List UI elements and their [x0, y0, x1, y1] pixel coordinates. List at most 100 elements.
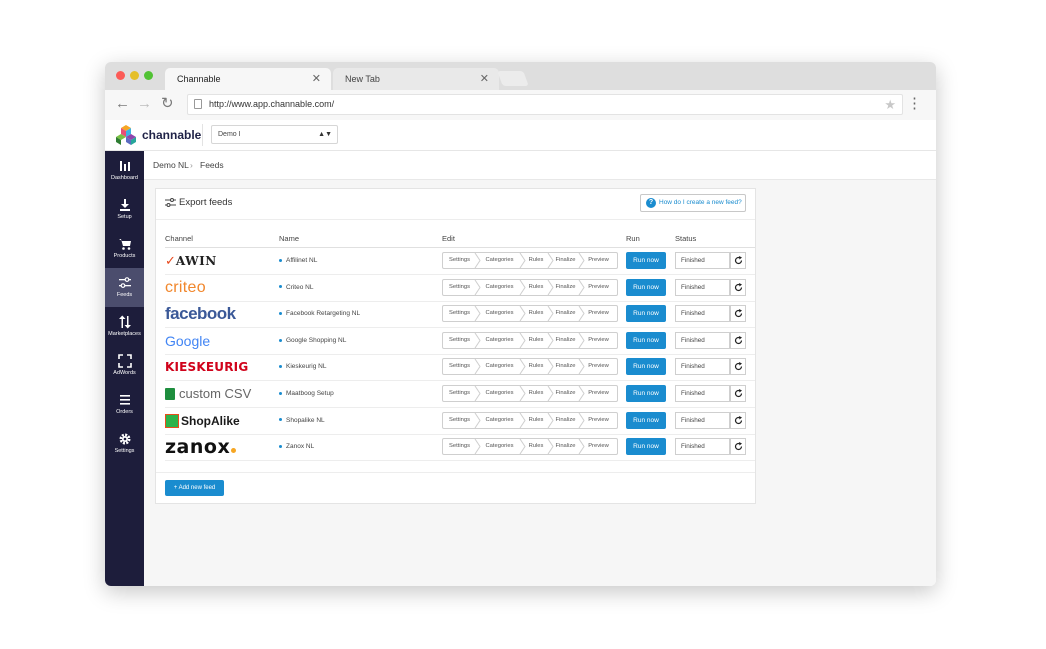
maximize-window-dot[interactable] — [144, 71, 153, 80]
step-settings[interactable]: Settings — [443, 253, 476, 268]
step-settings[interactable]: Settings — [443, 359, 476, 374]
refresh-button[interactable] — [730, 278, 746, 296]
sidebar-item-feeds[interactable]: Feeds — [105, 268, 144, 307]
sidebar: Dashboard Setup Products Feeds Marketpla… — [105, 151, 144, 586]
status-dot-icon — [279, 418, 282, 422]
step-preview[interactable]: Preview — [582, 253, 615, 268]
tab-channable[interactable]: Channable ✕ — [165, 68, 331, 90]
step-finalize[interactable]: Finalize — [551, 386, 580, 401]
run-now-button[interactable]: Run now — [626, 411, 666, 429]
browser-menu-icon[interactable]: ⋮ — [907, 93, 922, 115]
back-icon[interactable]: ← — [115, 95, 130, 113]
run-now-button[interactable]: Run now — [626, 252, 666, 269]
chevron-right-icon — [519, 306, 526, 322]
step-finalize[interactable]: Finalize — [551, 333, 580, 348]
step-categories[interactable]: Categories — [478, 386, 521, 401]
feed-name[interactable]: Google Shopping NL — [279, 328, 346, 354]
step-settings[interactable]: Settings — [443, 439, 476, 454]
feed-name[interactable]: Maatboog Setup — [279, 381, 334, 407]
refresh-button[interactable] — [730, 358, 746, 376]
refresh-icon — [734, 415, 743, 424]
step-categories[interactable]: Categories — [478, 359, 521, 374]
step-categories[interactable]: Categories — [478, 439, 521, 454]
run-now-button[interactable]: Run now — [626, 305, 666, 323]
step-finalize[interactable]: Finalize — [551, 280, 580, 295]
refresh-icon — [734, 335, 743, 344]
step-settings[interactable]: Settings — [443, 280, 476, 295]
address-bar[interactable]: http://www.app.channable.com/ ★ — [187, 94, 903, 115]
breadcrumb-item[interactable]: Demo NL — [153, 151, 189, 179]
tab-new-tab[interactable]: New Tab ✕ — [333, 68, 499, 90]
step-settings[interactable]: Settings — [443, 333, 476, 348]
refresh-icon — [734, 389, 743, 398]
minimize-window-dot[interactable] — [130, 71, 139, 80]
close-icon[interactable]: ✕ — [480, 68, 489, 90]
step-finalize[interactable]: Finalize — [551, 359, 580, 374]
step-categories[interactable]: Categories — [478, 333, 521, 348]
sidebar-item-marketplaces[interactable]: Marketplaces — [105, 307, 144, 346]
step-settings[interactable]: Settings — [443, 413, 476, 428]
feed-name[interactable]: Facebook Retargeting NL — [279, 301, 360, 327]
sidebar-item-setup[interactable]: Setup — [105, 190, 144, 229]
feed-name[interactable]: Zanox NL — [279, 434, 314, 460]
refresh-button[interactable] — [730, 252, 746, 269]
help-button[interactable]: ? How do I create a new feed? — [640, 194, 746, 212]
step-finalize[interactable]: Finalize — [551, 253, 580, 268]
step-preview[interactable]: Preview — [582, 333, 615, 348]
channel-logo: custom CSV — [165, 381, 251, 407]
run-now-button[interactable]: Run now — [626, 358, 666, 376]
run-now-button[interactable]: Run now — [626, 385, 666, 402]
refresh-button[interactable] — [730, 438, 746, 456]
refresh-button[interactable] — [730, 331, 746, 349]
step-preview[interactable]: Preview — [582, 413, 615, 428]
chevron-right-icon: › — [190, 160, 193, 170]
feed-name[interactable]: Shopalike NL — [279, 408, 325, 434]
run-now-button[interactable]: Run now — [626, 331, 666, 349]
step-preview[interactable]: Preview — [582, 439, 615, 454]
sidebar-item-orders[interactable]: Orders — [105, 385, 144, 424]
step-finalize[interactable]: Finalize — [551, 306, 580, 321]
channel-logo-mark — [165, 412, 181, 429]
step-preview[interactable]: Preview — [582, 306, 615, 321]
project-select[interactable]: Demo I ▲▼ — [211, 125, 338, 144]
refresh-button[interactable] — [730, 305, 746, 323]
channable-logo-icon — [116, 125, 136, 145]
sidebar-item-products[interactable]: Products — [105, 229, 144, 268]
step-finalize[interactable]: Finalize — [551, 413, 580, 428]
bookmark-star-icon[interactable]: ★ — [884, 95, 896, 114]
status-dot-icon — [279, 365, 282, 369]
step-categories[interactable]: Categories — [478, 306, 521, 321]
step-finalize[interactable]: Finalize — [551, 439, 580, 454]
new-tab-button[interactable] — [497, 71, 529, 86]
run-now-button[interactable]: Run now — [626, 278, 666, 296]
close-icon[interactable]: ✕ — [312, 68, 321, 90]
step-categories[interactable]: Categories — [478, 253, 521, 268]
step-settings[interactable]: Settings — [443, 386, 476, 401]
step-categories[interactable]: Categories — [478, 280, 521, 295]
sidebar-item-label: AdWords — [113, 370, 136, 376]
chevron-right-icon — [578, 253, 585, 268]
column-header-status: Status — [675, 234, 697, 243]
step-preview[interactable]: Preview — [582, 280, 615, 295]
step-preview[interactable]: Preview — [582, 359, 615, 374]
feed-name[interactable]: Affilinet NL — [279, 248, 317, 274]
step-preview[interactable]: Preview — [582, 386, 615, 401]
status-dot-icon — [279, 285, 282, 289]
add-new-feed-button[interactable]: + Add new feed — [165, 480, 224, 496]
step-settings[interactable]: Settings — [443, 306, 476, 321]
feed-name[interactable]: Criteo NL — [279, 275, 313, 301]
refresh-button[interactable] — [730, 385, 746, 402]
forward-icon[interactable]: → — [137, 95, 152, 113]
feed-name-text: Maatboog Setup — [286, 390, 334, 397]
sidebar-item-adwords[interactable]: AdWords — [105, 346, 144, 385]
chevron-right-icon — [547, 332, 554, 348]
sidebar-item-settings[interactable]: Settings — [105, 424, 144, 463]
refresh-button[interactable] — [730, 411, 746, 429]
reload-icon[interactable]: ↻ — [161, 95, 174, 113]
sidebar-item-dashboard[interactable]: Dashboard — [105, 151, 144, 190]
edit-steps: Settings Categories Rules Finalize Preview — [442, 385, 618, 402]
run-now-button[interactable]: Run now — [626, 438, 666, 456]
close-window-dot[interactable] — [116, 71, 125, 80]
feed-name[interactable]: Kieskeurig NL — [279, 354, 326, 380]
step-categories[interactable]: Categories — [478, 413, 521, 428]
